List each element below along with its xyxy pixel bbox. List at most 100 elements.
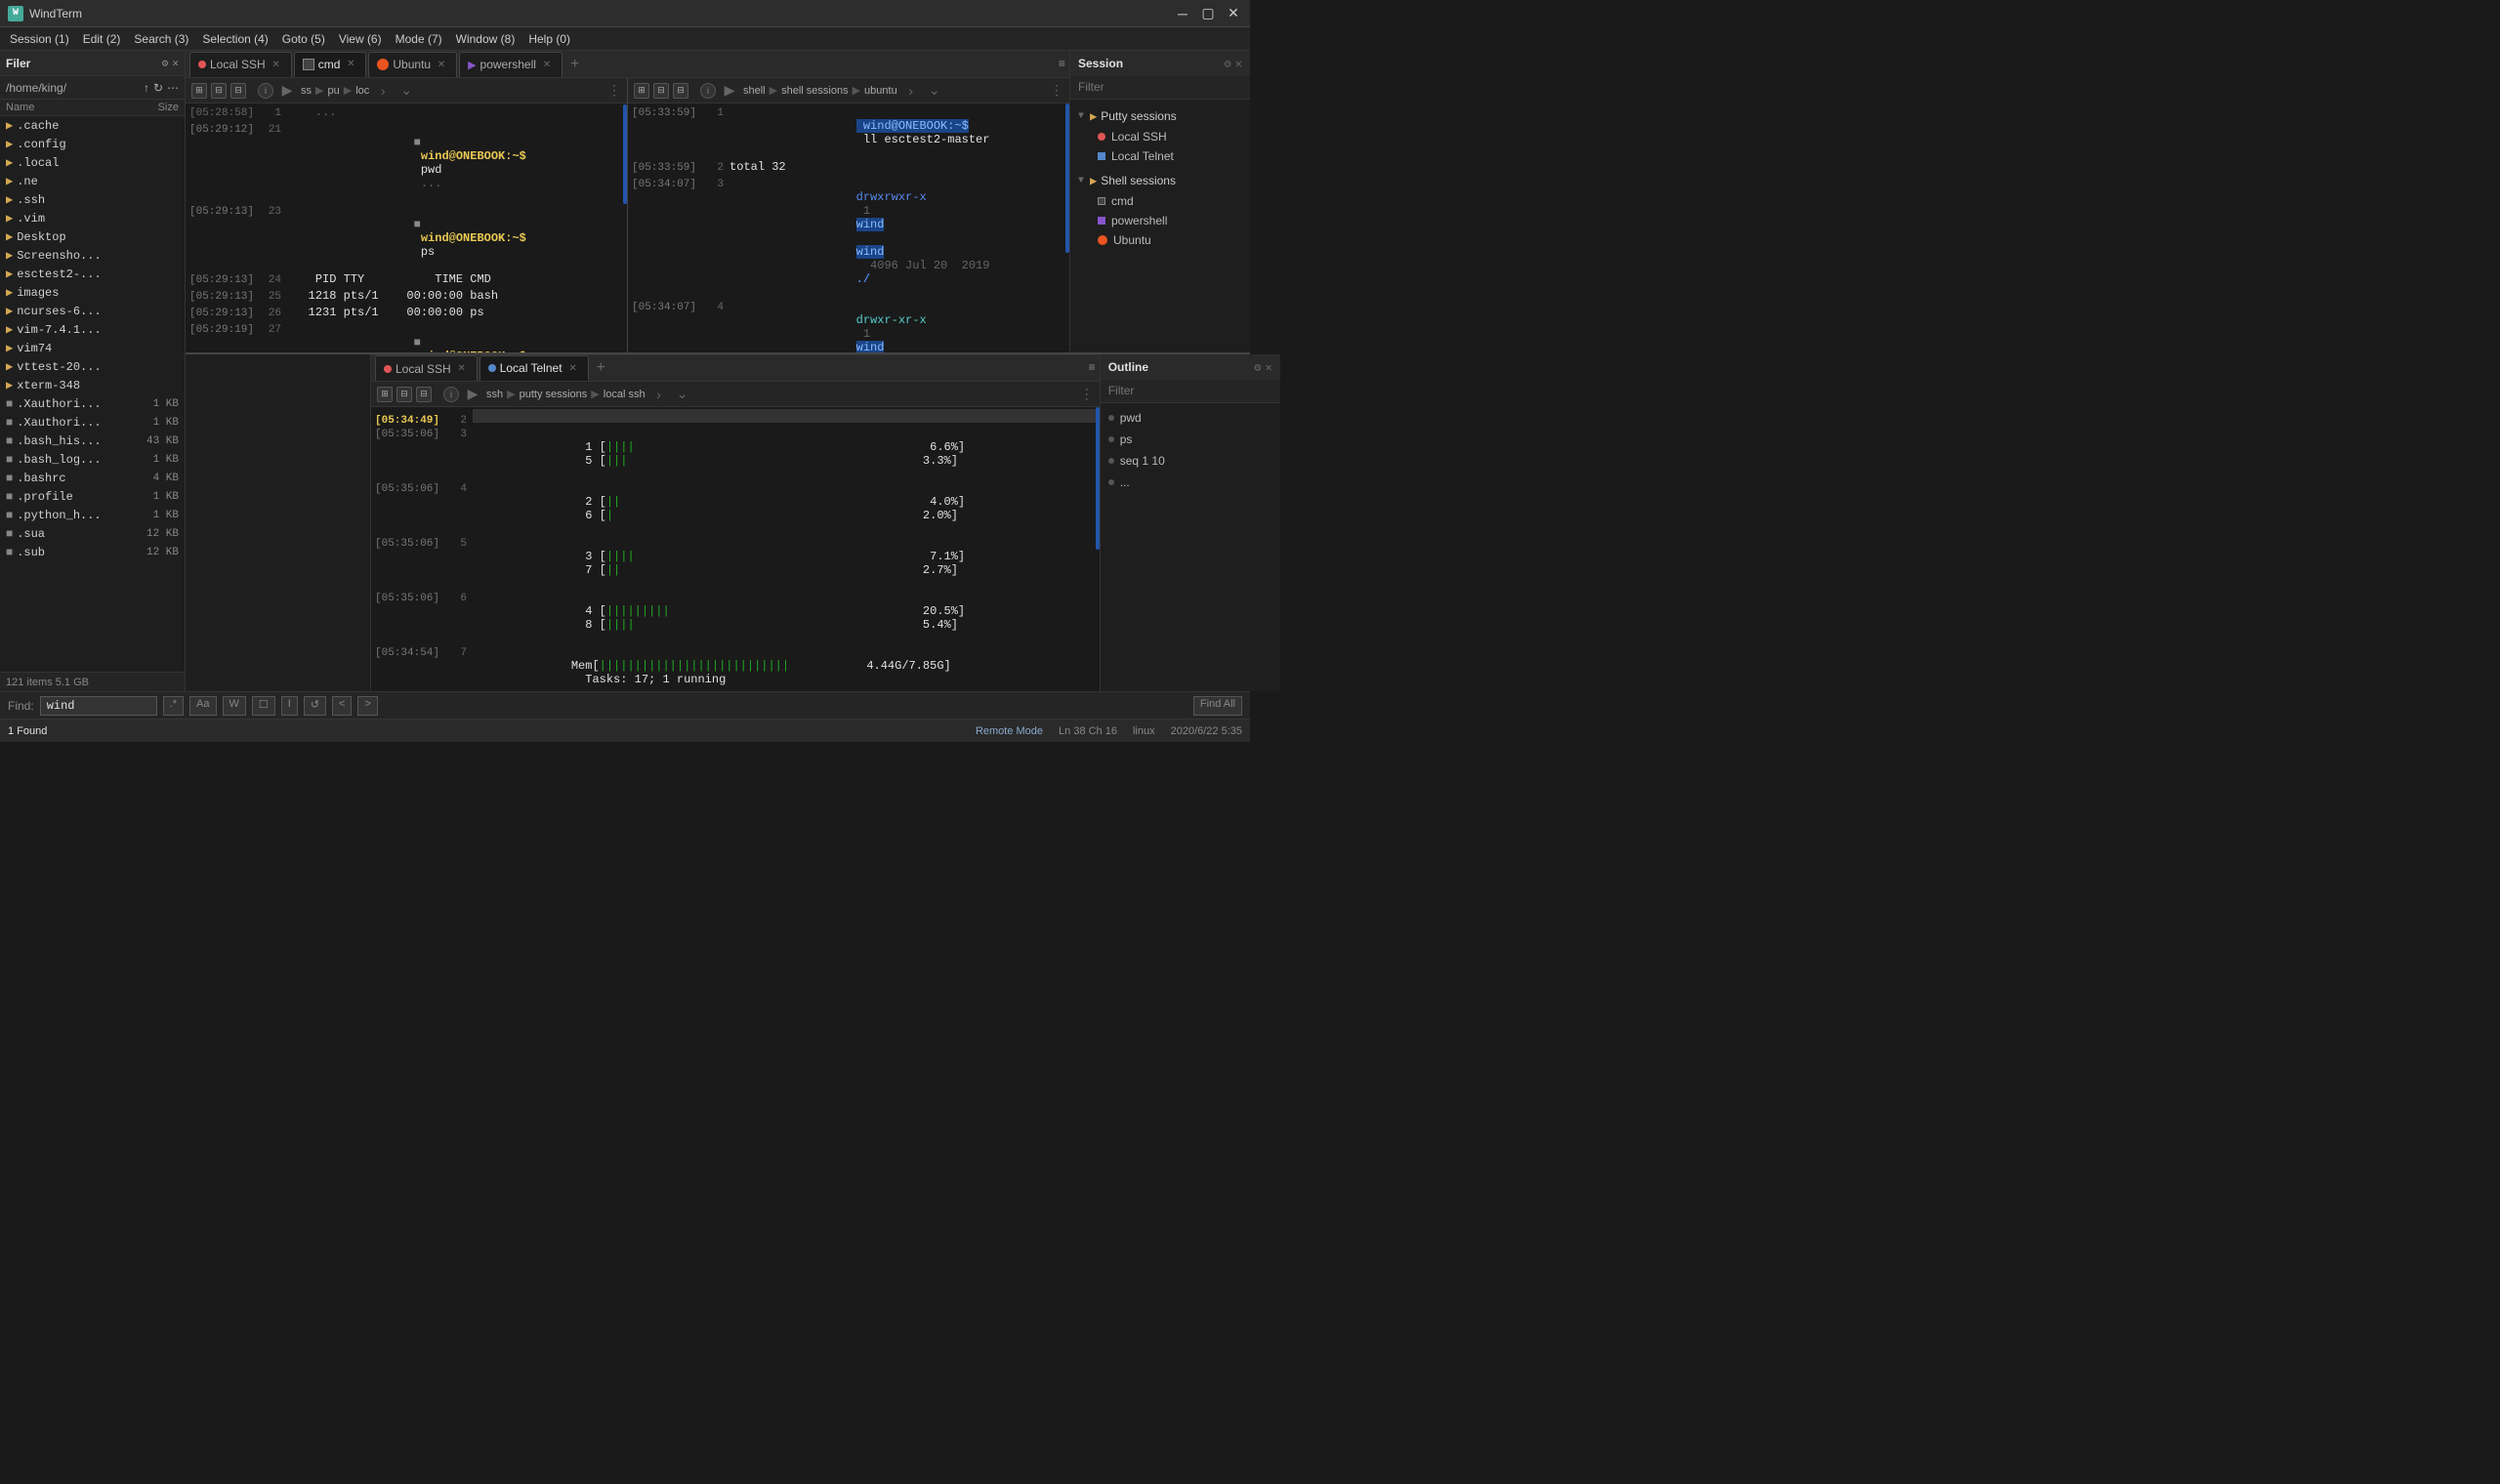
split-h-icon[interactable]: ⊟ — [230, 83, 246, 99]
run-icon-r[interactable]: ▶ — [720, 81, 739, 101]
bc-expand-r[interactable]: › — [901, 81, 921, 101]
session-close-icon[interactable]: ✕ — [1235, 57, 1242, 71]
split-h-icon-r[interactable]: ⊟ — [673, 83, 688, 99]
menu-help[interactable]: Help (0) — [522, 30, 576, 48]
findbar-box-btn[interactable]: ☐ — [252, 696, 275, 716]
menu-session[interactable]: Session (1) — [4, 30, 75, 48]
bc-shell[interactable]: shell — [743, 85, 766, 97]
findbar-prev-btn[interactable]: < — [332, 696, 352, 716]
list-item[interactable]: ▶.local — [0, 153, 185, 172]
bottom-ssh-close[interactable]: ✕ — [455, 362, 469, 376]
bc-ssh[interactable]: ssh — [486, 389, 503, 400]
findbar-find-all[interactable]: Find All — [1193, 696, 1242, 716]
filer-menu-icon[interactable]: ⋯ — [167, 81, 179, 95]
scrollbar-thumb-r[interactable] — [1065, 103, 1069, 253]
list-item[interactable]: ■.sua12 KB — [0, 524, 185, 543]
session-filter-input[interactable] — [1078, 80, 1242, 94]
menu-view[interactable]: View (6) — [333, 30, 388, 48]
outline-settings-icon[interactable]: ⚙ — [1254, 360, 1261, 375]
list-item[interactable]: ▶.config — [0, 135, 185, 153]
findbar-case-btn[interactable]: Aa — [189, 696, 216, 716]
session-item-cmd[interactable]: cmd — [1070, 191, 1250, 211]
list-item[interactable]: ■.Xauthori...1 KB — [0, 394, 185, 413]
list-item[interactable]: ■.profile1 KB — [0, 487, 185, 506]
tab-powershell[interactable]: ▶ powershell ✕ — [459, 52, 562, 77]
bc-more-icon-r[interactable]: ⋮ — [1050, 82, 1063, 99]
tab-close-local-ssh[interactable]: ✕ — [270, 58, 283, 71]
session-item-ubuntu[interactable]: Ubuntu — [1070, 230, 1250, 250]
list-item[interactable]: ■.sub12 KB — [0, 543, 185, 561]
outline-close-icon[interactable]: ✕ — [1265, 360, 1271, 375]
session-group-header-shell[interactable]: ▼ ▶ Shell sessions — [1070, 170, 1250, 191]
list-item[interactable]: ▶.ne — [0, 172, 185, 190]
list-item[interactable]: ▶vim-7.4.1... — [0, 320, 185, 339]
list-item[interactable]: ■.bashrc4 KB — [0, 469, 185, 487]
list-item[interactable]: ▶.cache — [0, 116, 185, 135]
bc-dropdown-b[interactable]: ⌄ — [673, 385, 692, 404]
bottom-new-tab-icon[interactable]: ⊞ — [377, 387, 393, 402]
bc-ss[interactable]: ss — [301, 85, 312, 97]
tab-cmd[interactable]: cmd ✕ — [294, 52, 367, 77]
tab-ubuntu[interactable]: Ubuntu ✕ — [368, 52, 457, 77]
minimize-button[interactable]: ─ — [1174, 5, 1191, 22]
findbar-word-btn[interactable]: W — [223, 696, 246, 716]
new-tab-icon-r[interactable]: ⊞ — [634, 83, 649, 99]
tab-close-powershell[interactable]: ✕ — [540, 58, 554, 71]
list-item[interactable]: ▶vim74 — [0, 339, 185, 357]
tab-close-ubuntu[interactable]: ✕ — [435, 58, 448, 71]
tab-close-cmd[interactable]: ✕ — [344, 58, 357, 71]
bottom-split-v-icon[interactable]: ⊟ — [396, 387, 412, 402]
menu-mode[interactable]: Mode (7) — [390, 30, 448, 48]
bc-more-icon-b[interactable]: ⋮ — [1080, 386, 1094, 402]
list-item[interactable]: ▶Screensho... — [0, 246, 185, 265]
bottom-info-button[interactable]: i — [443, 387, 459, 402]
left-terminal-body[interactable]: [05:28:58] 1 ... [05:29:12] 21 ■ wind@ON… — [186, 103, 627, 352]
bc-expand[interactable]: › — [373, 81, 393, 101]
bc-dropdown-r[interactable]: ⌄ — [925, 81, 944, 101]
findbar-ic-btn[interactable]: I — [281, 696, 298, 716]
session-settings-icon[interactable]: ⚙ — [1225, 57, 1231, 71]
bottom-terminal-body[interactable]: [05:34:49] 2 [05:35:06] 3 1 [|||| 6.6%] — [371, 407, 1100, 691]
list-item[interactable]: ■.bash_log...1 KB — [0, 450, 185, 469]
tab-add-button[interactable]: + — [564, 56, 586, 73]
split-v-icon[interactable]: ⊟ — [211, 83, 227, 99]
info-button[interactable]: i — [258, 83, 273, 99]
outline-item-seq[interactable]: seq 1 10 — [1101, 450, 1280, 472]
bottom-split-h-icon[interactable]: ⊟ — [416, 387, 432, 402]
filer-up-icon[interactable]: ↑ — [144, 81, 149, 95]
findbar-refresh-btn[interactable]: ↺ — [304, 696, 326, 716]
session-item-powershell[interactable]: powershell — [1070, 211, 1250, 230]
bottom-tab-add[interactable]: + — [591, 359, 612, 377]
bc-more-icon[interactable]: ⋮ — [607, 82, 621, 99]
bottom-telnet-close[interactable]: ✕ — [566, 361, 580, 375]
bc-loc[interactable]: loc — [355, 85, 369, 97]
list-item[interactable]: ▶vttest-20... — [0, 357, 185, 376]
list-item[interactable]: ■.python_h...1 KB — [0, 506, 185, 524]
bc-ubuntu[interactable]: ubuntu — [864, 85, 897, 97]
new-tab-icon[interactable]: ⊞ — [191, 83, 207, 99]
outline-item-ps[interactable]: ps — [1101, 429, 1280, 450]
bc-shell-sessions[interactable]: shell sessions — [781, 85, 848, 97]
menu-goto[interactable]: Goto (5) — [276, 30, 331, 48]
close-button[interactable]: ✕ — [1225, 5, 1242, 22]
bc-putty-sessions[interactable]: putty sessions — [520, 389, 588, 400]
tab-bottom-local-ssh[interactable]: Local SSH ✕ — [375, 355, 478, 381]
list-item[interactable]: ▶esctest2-... — [0, 265, 185, 283]
menu-edit[interactable]: Edit (2) — [77, 30, 127, 48]
findbar-next-btn[interactable]: > — [357, 696, 377, 716]
findbar-input[interactable] — [40, 696, 157, 716]
session-item-local-telnet[interactable]: Local Telnet — [1070, 146, 1250, 166]
bottom-tab-list-icon[interactable]: ≡ — [1089, 361, 1096, 375]
list-item[interactable]: ▶.ssh — [0, 190, 185, 209]
menu-search[interactable]: Search (3) — [128, 30, 194, 48]
bc-dropdown[interactable]: ⌄ — [396, 81, 416, 101]
bc-local-ssh[interactable]: local ssh — [604, 389, 646, 400]
right-terminal-body[interactable]: [05:33:59] 1 wind@ONEBOOK:~$ ll esctest2… — [628, 103, 1069, 352]
tab-list-icon[interactable]: ≡ — [1059, 58, 1065, 71]
run-icon[interactable]: ▶ — [277, 81, 297, 101]
filer-settings-icon[interactable]: ⚙ — [162, 57, 169, 70]
list-item[interactable]: ■.Xauthori...1 KB — [0, 413, 185, 432]
tab-local-ssh[interactable]: Local SSH ✕ — [189, 52, 292, 77]
list-item[interactable]: ▶.vim — [0, 209, 185, 227]
list-item[interactable]: ▶Desktop — [0, 227, 185, 246]
